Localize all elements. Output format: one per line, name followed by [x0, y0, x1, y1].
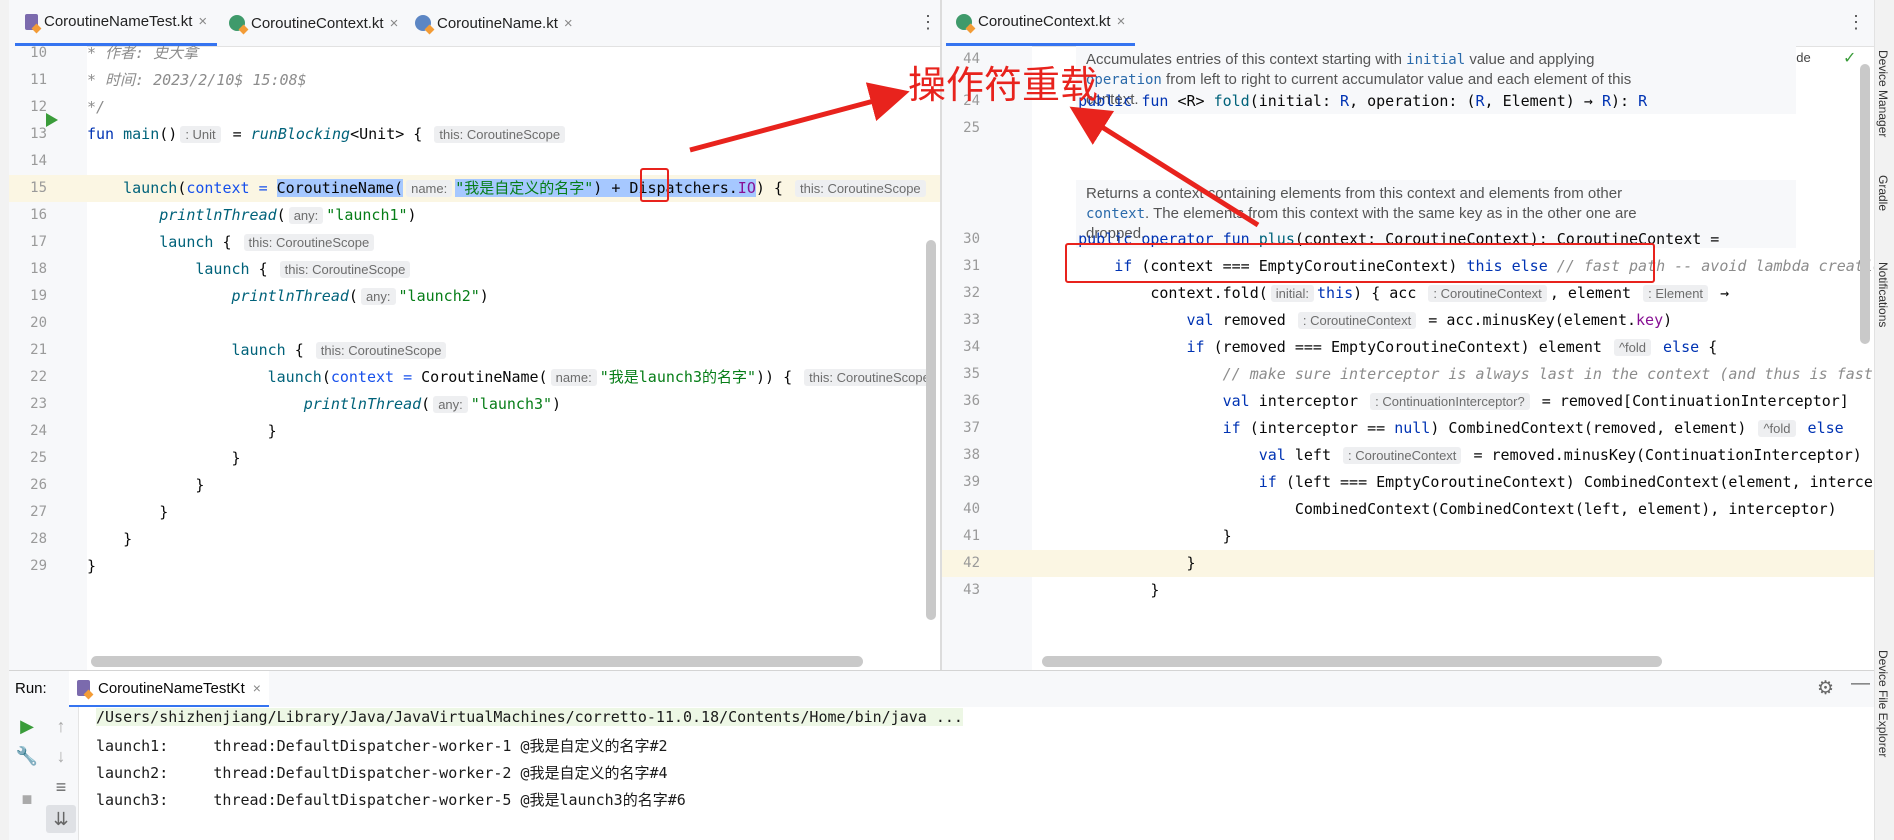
arrow-to-plus — [1069, 106, 1260, 228]
run-tab-label: CoroutineNameTestKt — [98, 679, 245, 697]
minimize-icon[interactable]: — — [1851, 673, 1870, 695]
soft-wrap-icon[interactable]: ≡ — [46, 773, 76, 801]
run-label: Run: — [15, 680, 47, 697]
console-command-line: /Users/shizhenjiang/Library/Java/JavaVir… — [96, 708, 963, 726]
arrow-up-icon[interactable]: ↑ — [46, 712, 76, 740]
close-icon[interactable]: × — [253, 680, 261, 696]
wrench-icon[interactable]: 🔧 — [12, 742, 42, 770]
run-panel-header: Run: CoroutineNameTestKt × ⚙ — — [9, 670, 1874, 708]
run-tab[interactable]: CoroutineNameTestKt × — [69, 671, 269, 707]
console-output-line: launch2: thread:DefaultDispatcher-worker… — [96, 764, 668, 782]
console-output-line: launch3: thread:DefaultDispatcher-worker… — [96, 791, 686, 809]
kotlin-file-icon — [77, 680, 90, 696]
operator-overload-annotation: 操作符重载 — [908, 65, 1099, 107]
arrow-to-title — [689, 82, 910, 153]
stop-icon[interactable]: ■ — [12, 785, 42, 813]
rerun-icon[interactable]: ▶ — [12, 712, 42, 740]
console-output-line: launch1: thread:DefaultDispatcher-worker… — [96, 737, 668, 755]
gear-icon[interactable]: ⚙ — [1817, 677, 1834, 700]
scroll-to-end-icon[interactable]: ⇊ — [46, 805, 76, 833]
arrow-down-icon[interactable]: ↓ — [46, 742, 76, 770]
